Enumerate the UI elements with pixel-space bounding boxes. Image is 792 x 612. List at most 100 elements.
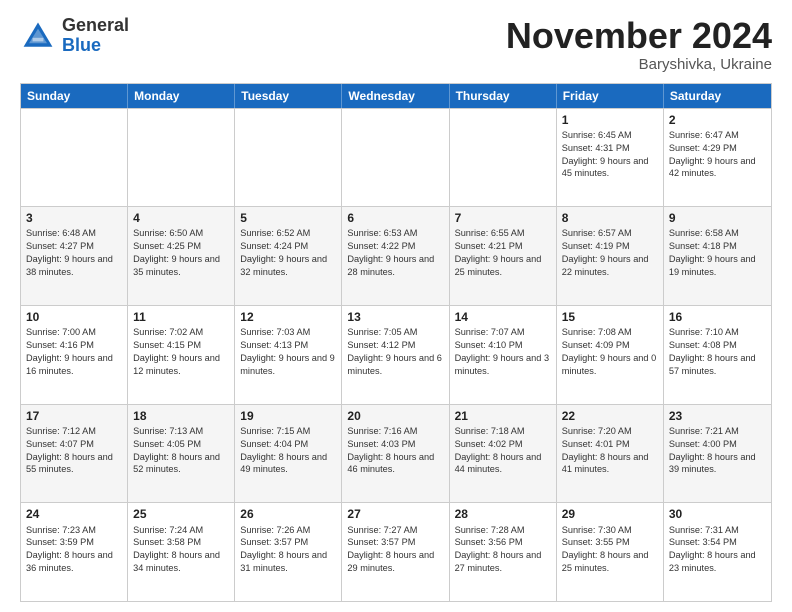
- calendar-empty-day: [21, 109, 128, 207]
- day-info: Sunrise: 7:02 AM Sunset: 4:15 PM Dayligh…: [133, 326, 229, 378]
- day-info: Sunrise: 7:20 AM Sunset: 4:01 PM Dayligh…: [562, 425, 658, 477]
- calendar-day: 24Sunrise: 7:23 AM Sunset: 3:59 PM Dayli…: [21, 503, 128, 601]
- weekday-header: Tuesday: [235, 84, 342, 108]
- calendar-day: 14Sunrise: 7:07 AM Sunset: 4:10 PM Dayli…: [450, 306, 557, 404]
- day-number: 30: [669, 506, 766, 522]
- calendar-day: 18Sunrise: 7:13 AM Sunset: 4:05 PM Dayli…: [128, 405, 235, 503]
- day-info: Sunrise: 7:26 AM Sunset: 3:57 PM Dayligh…: [240, 524, 336, 576]
- day-number: 15: [562, 309, 658, 325]
- day-number: 7: [455, 210, 551, 226]
- calendar-day: 22Sunrise: 7:20 AM Sunset: 4:01 PM Dayli…: [557, 405, 664, 503]
- calendar-empty-day: [450, 109, 557, 207]
- day-number: 22: [562, 408, 658, 424]
- day-number: 13: [347, 309, 443, 325]
- day-number: 25: [133, 506, 229, 522]
- calendar-body: 1Sunrise: 6:45 AM Sunset: 4:31 PM Daylig…: [21, 108, 771, 601]
- weekday-header: Wednesday: [342, 84, 449, 108]
- page-header: General Blue November 2024 Baryshivka, U…: [20, 16, 772, 73]
- calendar-day: 10Sunrise: 7:00 AM Sunset: 4:16 PM Dayli…: [21, 306, 128, 404]
- day-number: 1: [562, 112, 658, 128]
- day-number: 26: [240, 506, 336, 522]
- title-block: November 2024 Baryshivka, Ukraine: [506, 16, 772, 73]
- calendar: SundayMondayTuesdayWednesdayThursdayFrid…: [20, 83, 772, 602]
- calendar-day: 15Sunrise: 7:08 AM Sunset: 4:09 PM Dayli…: [557, 306, 664, 404]
- day-info: Sunrise: 6:52 AM Sunset: 4:24 PM Dayligh…: [240, 227, 336, 279]
- day-number: 9: [669, 210, 766, 226]
- day-info: Sunrise: 7:00 AM Sunset: 4:16 PM Dayligh…: [26, 326, 122, 378]
- calendar-day: 23Sunrise: 7:21 AM Sunset: 4:00 PM Dayli…: [664, 405, 771, 503]
- day-info: Sunrise: 6:47 AM Sunset: 4:29 PM Dayligh…: [669, 129, 766, 181]
- logo-icon: [20, 18, 56, 54]
- weekday-header: Thursday: [450, 84, 557, 108]
- day-number: 8: [562, 210, 658, 226]
- logo-text: General Blue: [62, 16, 129, 56]
- day-info: Sunrise: 6:45 AM Sunset: 4:31 PM Dayligh…: [562, 129, 658, 181]
- day-info: Sunrise: 7:16 AM Sunset: 4:03 PM Dayligh…: [347, 425, 443, 477]
- day-info: Sunrise: 7:08 AM Sunset: 4:09 PM Dayligh…: [562, 326, 658, 378]
- day-number: 23: [669, 408, 766, 424]
- calendar-empty-day: [128, 109, 235, 207]
- day-info: Sunrise: 7:24 AM Sunset: 3:58 PM Dayligh…: [133, 524, 229, 576]
- calendar-week: 10Sunrise: 7:00 AM Sunset: 4:16 PM Dayli…: [21, 305, 771, 404]
- weekday-header: Friday: [557, 84, 664, 108]
- calendar-empty-day: [235, 109, 342, 207]
- day-info: Sunrise: 6:55 AM Sunset: 4:21 PM Dayligh…: [455, 227, 551, 279]
- day-number: 14: [455, 309, 551, 325]
- calendar-day: 20Sunrise: 7:16 AM Sunset: 4:03 PM Dayli…: [342, 405, 449, 503]
- day-number: 20: [347, 408, 443, 424]
- day-info: Sunrise: 6:57 AM Sunset: 4:19 PM Dayligh…: [562, 227, 658, 279]
- logo-blue-text: Blue: [62, 36, 129, 56]
- weekday-header: Monday: [128, 84, 235, 108]
- calendar-day: 25 Sunrise: 7:24 AM Sunset: 3:58 PM Dayli…: [128, 503, 235, 601]
- calendar-week: 24Sunrise: 7:23 AM Sunset: 3:59 PM Dayli…: [21, 502, 771, 601]
- calendar-day: 21Sunrise: 7:18 AM Sunset: 4:02 PM Dayli…: [450, 405, 557, 503]
- calendar-day: 30 Sunrise: 7:31 AM Sunset: 3:54 PM Dayli…: [664, 503, 771, 601]
- day-info: Sunrise: 7:27 AM Sunset: 3:57 PM Dayligh…: [347, 524, 443, 576]
- calendar-day: 9Sunrise: 6:58 AM Sunset: 4:18 PM Daylig…: [664, 207, 771, 305]
- calendar-day: 28 Sunrise: 7:28 AM Sunset: 3:56 PM Dayli…: [450, 503, 557, 601]
- logo-general-text: General: [62, 16, 129, 36]
- day-info: Sunrise: 7:28 AM Sunset: 3:56 PM Dayligh…: [455, 524, 551, 576]
- calendar-day: 27Sunrise: 7:27 AM Sunset: 3:57 PM Dayli…: [342, 503, 449, 601]
- calendar-day: 26 Sunrise: 7:26 AM Sunset: 3:57 PM Dayli…: [235, 503, 342, 601]
- day-number: 28: [455, 506, 551, 522]
- day-number: 3: [26, 210, 122, 226]
- calendar-day: 5Sunrise: 6:52 AM Sunset: 4:24 PM Daylig…: [235, 207, 342, 305]
- day-info: Sunrise: 7:10 AM Sunset: 4:08 PM Dayligh…: [669, 326, 766, 378]
- day-number: 10: [26, 309, 122, 325]
- day-info: Sunrise: 7:21 AM Sunset: 4:00 PM Dayligh…: [669, 425, 766, 477]
- day-info: Sunrise: 7:31 AM Sunset: 3:54 PM Dayligh…: [669, 524, 766, 576]
- day-info: Sunrise: 7:03 AM Sunset: 4:13 PM Dayligh…: [240, 326, 336, 378]
- calendar-day: 12Sunrise: 7:03 AM Sunset: 4:13 PM Dayli…: [235, 306, 342, 404]
- calendar-week: 17Sunrise: 7:12 AM Sunset: 4:07 PM Dayli…: [21, 404, 771, 503]
- day-info: Sunrise: 7:18 AM Sunset: 4:02 PM Dayligh…: [455, 425, 551, 477]
- calendar-day: 16Sunrise: 7:10 AM Sunset: 4:08 PM Dayli…: [664, 306, 771, 404]
- calendar-day: 11Sunrise: 7:02 AM Sunset: 4:15 PM Dayli…: [128, 306, 235, 404]
- day-number: 21: [455, 408, 551, 424]
- calendar-day: 3Sunrise: 6:48 AM Sunset: 4:27 PM Daylig…: [21, 207, 128, 305]
- day-number: 12: [240, 309, 336, 325]
- calendar-day: 6Sunrise: 6:53 AM Sunset: 4:22 PM Daylig…: [342, 207, 449, 305]
- day-number: 17: [26, 408, 122, 424]
- day-number: 4: [133, 210, 229, 226]
- day-info: Sunrise: 7:07 AM Sunset: 4:10 PM Dayligh…: [455, 326, 551, 378]
- day-info: Sunrise: 7:15 AM Sunset: 4:04 PM Dayligh…: [240, 425, 336, 477]
- calendar-day: 17Sunrise: 7:12 AM Sunset: 4:07 PM Dayli…: [21, 405, 128, 503]
- day-number: 29: [562, 506, 658, 522]
- day-info: Sunrise: 6:48 AM Sunset: 4:27 PM Dayligh…: [26, 227, 122, 279]
- calendar-week: 3Sunrise: 6:48 AM Sunset: 4:27 PM Daylig…: [21, 206, 771, 305]
- calendar-day: 19Sunrise: 7:15 AM Sunset: 4:04 PM Dayli…: [235, 405, 342, 503]
- day-info: Sunrise: 6:58 AM Sunset: 4:18 PM Dayligh…: [669, 227, 766, 279]
- day-number: 18: [133, 408, 229, 424]
- day-info: Sunrise: 7:13 AM Sunset: 4:05 PM Dayligh…: [133, 425, 229, 477]
- calendar-week: 1Sunrise: 6:45 AM Sunset: 4:31 PM Daylig…: [21, 108, 771, 207]
- page: General Blue November 2024 Baryshivka, U…: [0, 0, 792, 612]
- calendar-day: 7Sunrise: 6:55 AM Sunset: 4:21 PM Daylig…: [450, 207, 557, 305]
- day-number: 5: [240, 210, 336, 226]
- calendar-day: 8Sunrise: 6:57 AM Sunset: 4:19 PM Daylig…: [557, 207, 664, 305]
- day-info: Sunrise: 7:23 AM Sunset: 3:59 PM Dayligh…: [26, 524, 122, 576]
- day-number: 19: [240, 408, 336, 424]
- month-title: November 2024: [506, 16, 772, 56]
- day-number: 2: [669, 112, 766, 128]
- location-text: Baryshivka, Ukraine: [506, 56, 772, 73]
